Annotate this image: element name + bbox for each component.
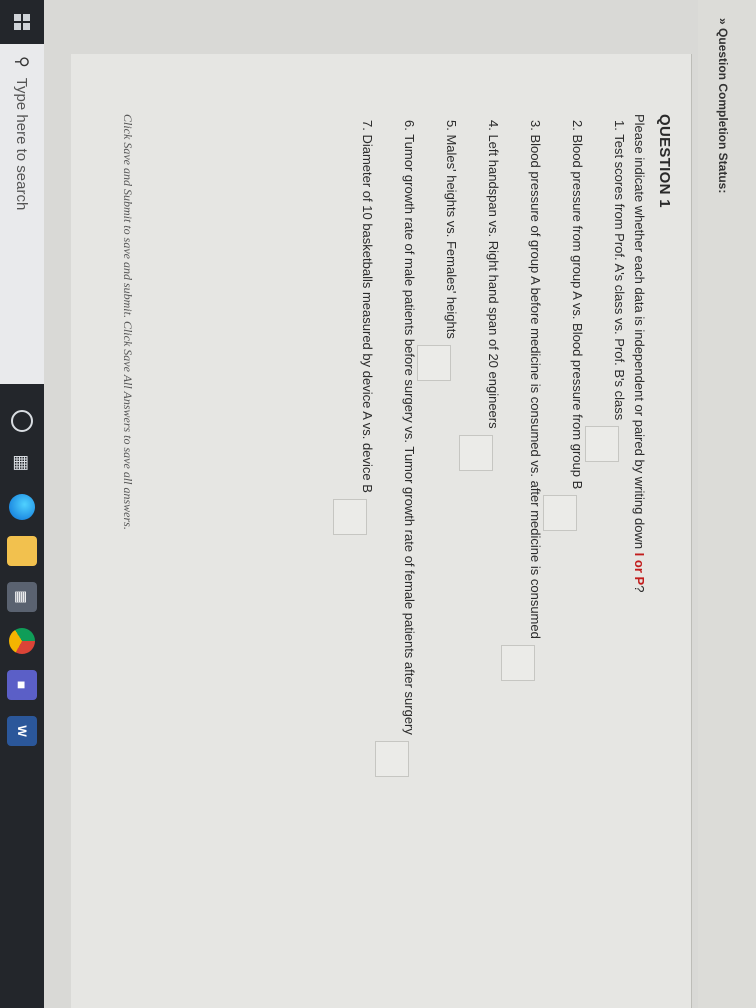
question-prompt: Please indicate whether each data is ind… [632, 114, 647, 592]
question-item-3: 3. Blood pressure of group A before medi… [501, 120, 543, 681]
answer-input-3[interactable] [501, 644, 535, 681]
item-label: 5. Males' heights vs. Females' heights [444, 120, 459, 339]
cortana-icon[interactable] [11, 410, 33, 432]
question-item-1: 1. Test scores from Prof. A's class vs. … [585, 120, 627, 463]
rotated-screen: » Question Completion Status: QUESTION 1… [0, 0, 756, 1008]
answer-input-2[interactable] [543, 495, 577, 532]
status-bar: » Question Completion Status: [698, 0, 756, 1008]
item-label: 6. Tumor growth rate of male patients be… [402, 120, 417, 735]
task-view-icon[interactable]: ▦ [7, 448, 37, 478]
question-item-4: 4. Left handspan vs. Right hand span of … [459, 120, 501, 471]
search-icon: ⚲ [13, 56, 30, 68]
question-item-7: 7. Diameter of 10 basketballs measured b… [333, 120, 375, 535]
store-icon[interactable]: ▦ [7, 582, 37, 612]
teams-icon[interactable]: ■ [7, 670, 37, 700]
edge-icon[interactable] [9, 494, 35, 520]
answer-input-7[interactable] [333, 498, 367, 535]
item-label: 7. Diameter of 10 basketballs measured b… [360, 120, 375, 493]
save-instructions: Click Save and Submit to save and submit… [121, 114, 135, 530]
item-label: 2. Blood pressure from group A vs. Blood… [570, 120, 585, 490]
taskbar-search[interactable]: ⚲ Type here to search [0, 44, 44, 384]
answer-input-4[interactable] [459, 434, 493, 471]
question-title: QUESTION 1 [656, 114, 673, 208]
answer-input-1[interactable] [585, 426, 619, 463]
chrome-icon[interactable] [9, 628, 35, 654]
prompt-tail: ? [632, 585, 647, 593]
taskbar: ⚲ Type here to search ▦ ▦ ■ W [0, 0, 44, 1008]
windows-icon [14, 14, 30, 30]
file-explorer-icon[interactable] [7, 536, 37, 566]
search-placeholder: Type here to search [13, 77, 31, 211]
item-label: 1. Test scores from Prof. A's class vs. … [612, 120, 627, 421]
answer-input-5[interactable] [417, 344, 451, 381]
start-button[interactable] [0, 0, 44, 44]
question-item-5: 5. Males' heights vs. Females' heights [417, 120, 459, 381]
answer-input-6[interactable] [375, 740, 409, 777]
prompt-highlight: I or P [632, 552, 647, 586]
question-completion-status[interactable]: » Question Completion Status: [716, 18, 730, 193]
item-label: 3. Blood pressure of group A before medi… [528, 120, 543, 639]
question-panel: QUESTION 1 Please indicate whether each … [71, 54, 692, 1008]
question-item-2: 2. Blood pressure from group A vs. Blood… [543, 120, 585, 532]
item-label: 4. Left handspan vs. Right hand span of … [486, 120, 501, 429]
prompt-text: Please indicate whether each data is ind… [632, 114, 647, 553]
word-icon[interactable]: W [7, 716, 37, 746]
question-item-6: 6. Tumor growth rate of male patients be… [375, 120, 417, 777]
